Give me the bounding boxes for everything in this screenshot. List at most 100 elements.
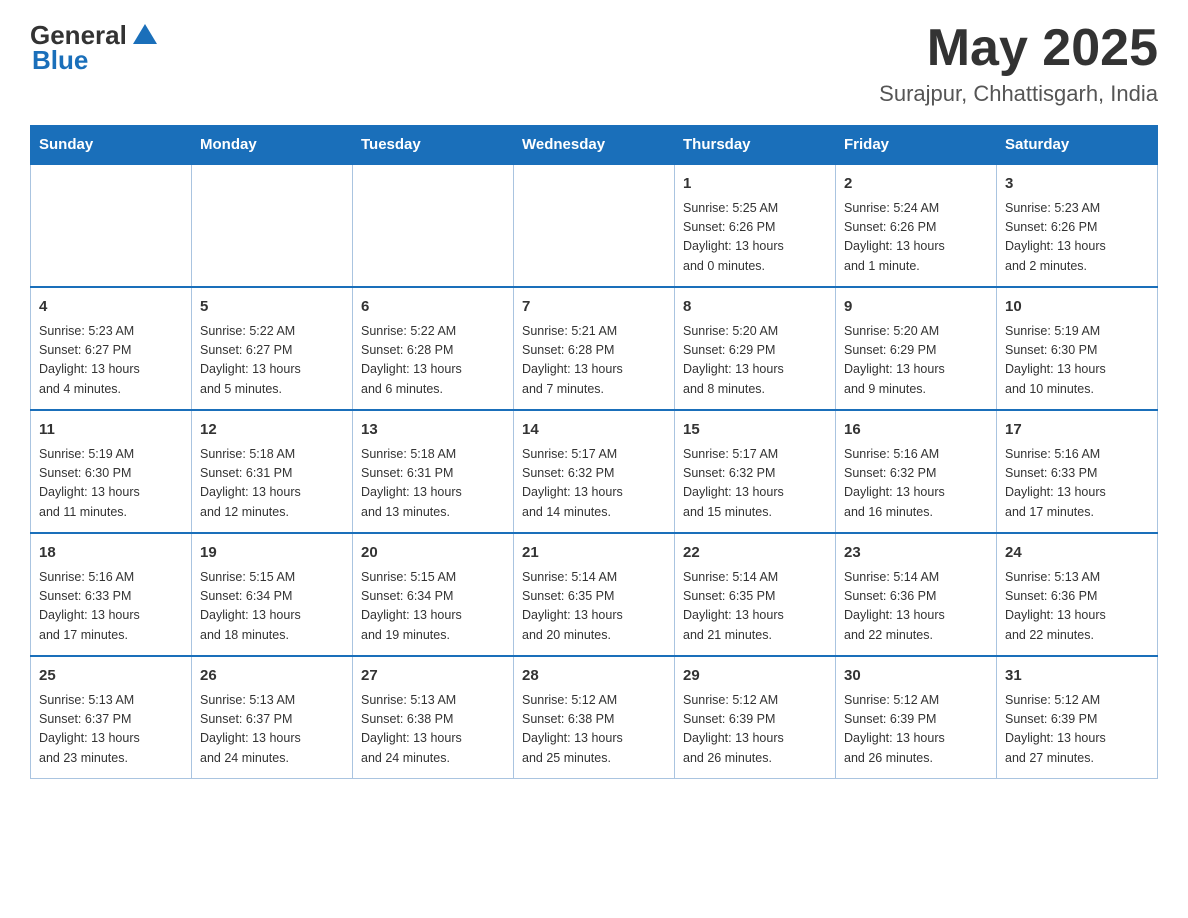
calendar-day-22: 22Sunrise: 5:14 AMSunset: 6:35 PMDayligh…	[675, 533, 836, 656]
calendar-day-30: 30Sunrise: 5:12 AMSunset: 6:39 PMDayligh…	[836, 656, 997, 779]
calendar-day-5: 5 Sunrise: 5:22 AMSunset: 6:27 PMDaylight…	[192, 287, 353, 410]
day-info: Sunrise: 5:21 AMSunset: 6:28 PMDaylight:…	[522, 322, 666, 400]
day-number: 3	[1005, 173, 1149, 196]
calendar-week-row: 25 Sunrise: 5:13 AMSunset: 6:37 PMDayligh…	[31, 656, 1158, 779]
day-info: Sunrise: 5:19 AMSunset: 6:30 PMDaylight:…	[1005, 322, 1149, 400]
calendar-empty-cell	[514, 164, 675, 287]
day-info: Sunrise: 5:22 AMSunset: 6:28 PMDaylight:…	[361, 322, 505, 400]
day-number: 9	[844, 296, 988, 319]
day-number: 22	[683, 542, 827, 565]
calendar-day-6: 6Sunrise: 5:22 AMSunset: 6:28 PMDaylight…	[353, 287, 514, 410]
calendar-day-25: 25 Sunrise: 5:13 AMSunset: 6:37 PMDayligh…	[31, 656, 192, 779]
day-number: 5	[200, 296, 344, 319]
day-info: Sunrise: 5:16 AMSunset: 6:33 PMDaylight:…	[39, 568, 183, 646]
day-number: 7	[522, 296, 666, 319]
calendar-day-2: 2 Sunrise: 5:24 AMSunset: 6:26 PMDaylight…	[836, 164, 997, 287]
calendar-day-10: 10 Sunrise: 5:19 AMSunset: 6:30 PMDayligh…	[997, 287, 1158, 410]
day-number: 17	[1005, 419, 1149, 442]
day-info: Sunrise: 5:23 AMSunset: 6:26 PMDaylight:…	[1005, 199, 1149, 277]
page-header: General Blue May 2025 Surajpur, Chhattis…	[30, 20, 1158, 107]
day-info: Sunrise: 5:18 AMSunset: 6:31 PMDaylight:…	[200, 445, 344, 523]
calendar-week-row: 18Sunrise: 5:16 AMSunset: 6:33 PMDayligh…	[31, 533, 1158, 656]
day-number: 2	[844, 173, 988, 196]
day-number: 30	[844, 665, 988, 688]
day-number: 8	[683, 296, 827, 319]
day-number: 14	[522, 419, 666, 442]
month-title: May 2025	[879, 20, 1158, 77]
day-info: Sunrise: 5:13 AMSunset: 6:37 PMDaylight:…	[200, 691, 344, 769]
day-info: Sunrise: 5:17 AMSunset: 6:32 PMDaylight:…	[522, 445, 666, 523]
calendar-day-18: 18Sunrise: 5:16 AMSunset: 6:33 PMDayligh…	[31, 533, 192, 656]
day-number: 10	[1005, 296, 1149, 319]
calendar-day-8: 8 Sunrise: 5:20 AMSunset: 6:29 PMDaylight…	[675, 287, 836, 410]
day-number: 1	[683, 173, 827, 196]
day-number: 21	[522, 542, 666, 565]
calendar-week-row: 11 Sunrise: 5:19 AMSunset: 6:30 PMDayligh…	[31, 410, 1158, 533]
day-info: Sunrise: 5:24 AMSunset: 6:26 PMDaylight:…	[844, 199, 988, 277]
calendar-day-26: 26 Sunrise: 5:13 AMSunset: 6:37 PMDayligh…	[192, 656, 353, 779]
day-number: 12	[200, 419, 344, 442]
day-number: 13	[361, 419, 505, 442]
calendar-day-31: 31 Sunrise: 5:12 AMSunset: 6:39 PMDayligh…	[997, 656, 1158, 779]
calendar-week-row: 1 Sunrise: 5:25 AMSunset: 6:26 PMDaylight…	[31, 164, 1158, 287]
weekday-header-wednesday: Wednesday	[514, 126, 675, 165]
calendar-day-23: 23Sunrise: 5:14 AMSunset: 6:36 PMDayligh…	[836, 533, 997, 656]
calendar-day-7: 7 Sunrise: 5:21 AMSunset: 6:28 PMDaylight…	[514, 287, 675, 410]
day-info: Sunrise: 5:17 AMSunset: 6:32 PMDaylight:…	[683, 445, 827, 523]
day-number: 28	[522, 665, 666, 688]
calendar-day-11: 11 Sunrise: 5:19 AMSunset: 6:30 PMDayligh…	[31, 410, 192, 533]
day-number: 29	[683, 665, 827, 688]
day-number: 27	[361, 665, 505, 688]
day-info: Sunrise: 5:13 AMSunset: 6:37 PMDaylight:…	[39, 691, 183, 769]
calendar-week-row: 4 Sunrise: 5:23 AMSunset: 6:27 PMDaylight…	[31, 287, 1158, 410]
day-info: Sunrise: 5:12 AMSunset: 6:39 PMDaylight:…	[683, 691, 827, 769]
day-number: 4	[39, 296, 183, 319]
calendar-empty-cell	[31, 164, 192, 287]
calendar-day-15: 15Sunrise: 5:17 AMSunset: 6:32 PMDayligh…	[675, 410, 836, 533]
weekday-header-monday: Monday	[192, 126, 353, 165]
calendar-day-16: 16 Sunrise: 5:16 AMSunset: 6:32 PMDayligh…	[836, 410, 997, 533]
calendar-day-14: 14 Sunrise: 5:17 AMSunset: 6:32 PMDayligh…	[514, 410, 675, 533]
weekday-header-tuesday: Tuesday	[353, 126, 514, 165]
day-number: 16	[844, 419, 988, 442]
day-number: 19	[200, 542, 344, 565]
day-info: Sunrise: 5:12 AMSunset: 6:39 PMDaylight:…	[1005, 691, 1149, 769]
calendar-day-20: 20 Sunrise: 5:15 AMSunset: 6:34 PMDayligh…	[353, 533, 514, 656]
weekday-header-saturday: Saturday	[997, 126, 1158, 165]
day-number: 20	[361, 542, 505, 565]
day-info: Sunrise: 5:13 AMSunset: 6:36 PMDaylight:…	[1005, 568, 1149, 646]
calendar-day-28: 28 Sunrise: 5:12 AMSunset: 6:38 PMDayligh…	[514, 656, 675, 779]
day-info: Sunrise: 5:19 AMSunset: 6:30 PMDaylight:…	[39, 445, 183, 523]
calendar-day-19: 19 Sunrise: 5:15 AMSunset: 6:34 PMDayligh…	[192, 533, 353, 656]
day-info: Sunrise: 5:16 AMSunset: 6:33 PMDaylight:…	[1005, 445, 1149, 523]
day-info: Sunrise: 5:20 AMSunset: 6:29 PMDaylight:…	[844, 322, 988, 400]
calendar-table: SundayMondayTuesdayWednesdayThursdayFrid…	[30, 125, 1158, 779]
day-info: Sunrise: 5:16 AMSunset: 6:32 PMDaylight:…	[844, 445, 988, 523]
day-number: 26	[200, 665, 344, 688]
calendar-day-3: 3 Sunrise: 5:23 AMSunset: 6:26 PMDaylight…	[997, 164, 1158, 287]
day-info: Sunrise: 5:12 AMSunset: 6:38 PMDaylight:…	[522, 691, 666, 769]
title-block: May 2025 Surajpur, Chhattisgarh, India	[879, 20, 1158, 107]
day-info: Sunrise: 5:22 AMSunset: 6:27 PMDaylight:…	[200, 322, 344, 400]
logo-icon	[131, 22, 159, 50]
day-info: Sunrise: 5:15 AMSunset: 6:34 PMDaylight:…	[200, 568, 344, 646]
calendar-day-9: 9 Sunrise: 5:20 AMSunset: 6:29 PMDaylight…	[836, 287, 997, 410]
weekday-header-friday: Friday	[836, 126, 997, 165]
day-number: 31	[1005, 665, 1149, 688]
day-info: Sunrise: 5:23 AMSunset: 6:27 PMDaylight:…	[39, 322, 183, 400]
calendar-day-24: 24Sunrise: 5:13 AMSunset: 6:36 PMDayligh…	[997, 533, 1158, 656]
day-info: Sunrise: 5:15 AMSunset: 6:34 PMDaylight:…	[361, 568, 505, 646]
day-info: Sunrise: 5:14 AMSunset: 6:35 PMDaylight:…	[522, 568, 666, 646]
calendar-day-17: 17 Sunrise: 5:16 AMSunset: 6:33 PMDayligh…	[997, 410, 1158, 533]
day-info: Sunrise: 5:25 AMSunset: 6:26 PMDaylight:…	[683, 199, 827, 277]
day-number: 11	[39, 419, 183, 442]
calendar-day-13: 13Sunrise: 5:18 AMSunset: 6:31 PMDayligh…	[353, 410, 514, 533]
day-info: Sunrise: 5:20 AMSunset: 6:29 PMDaylight:…	[683, 322, 827, 400]
calendar-day-1: 1 Sunrise: 5:25 AMSunset: 6:26 PMDaylight…	[675, 164, 836, 287]
calendar-empty-cell	[192, 164, 353, 287]
day-info: Sunrise: 5:14 AMSunset: 6:36 PMDaylight:…	[844, 568, 988, 646]
logo-blue-text: Blue	[32, 45, 88, 76]
calendar-day-27: 27Sunrise: 5:13 AMSunset: 6:38 PMDayligh…	[353, 656, 514, 779]
day-number: 25	[39, 665, 183, 688]
weekday-header-sunday: Sunday	[31, 126, 192, 165]
